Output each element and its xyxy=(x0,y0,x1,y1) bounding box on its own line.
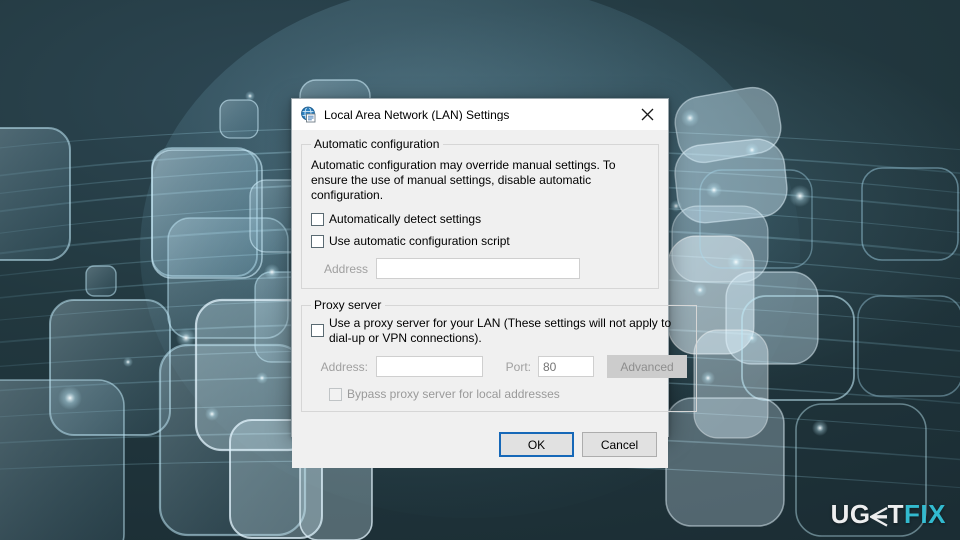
lan-settings-icon xyxy=(300,106,317,123)
bypass-proxy-row[interactable]: Bypass proxy server for local addresses xyxy=(311,387,687,402)
dialog-titlebar: Local Area Network (LAN) Settings xyxy=(292,99,668,131)
proxy-port-label: Port: xyxy=(505,359,531,374)
auto-detect-settings-row[interactable]: Automatically detect settings xyxy=(311,212,649,227)
use-auto-config-script-label: Use automatic configuration script xyxy=(329,234,510,248)
advanced-button[interactable]: Advanced xyxy=(607,355,687,378)
ok-button[interactable]: OK xyxy=(499,432,574,457)
auto-detect-settings-label: Automatically detect settings xyxy=(329,212,482,226)
auto-config-address-input[interactable] xyxy=(376,258,580,279)
auto-detect-settings-checkbox[interactable] xyxy=(311,213,324,226)
proxy-address-input[interactable] xyxy=(376,356,483,377)
use-proxy-server-row[interactable]: Use a proxy server for your LAN (These s… xyxy=(311,316,687,346)
automatic-configuration-description: Automatic configuration may override man… xyxy=(311,158,616,202)
close-icon[interactable] xyxy=(626,99,668,130)
stylized-e-icon xyxy=(869,504,889,527)
proxy-address-row: Address: Port: 80 Advanced xyxy=(311,355,687,378)
proxy-address-label: Address: xyxy=(320,359,368,374)
ugetfix-watermark: UG T FIX xyxy=(831,499,946,530)
bypass-proxy-checkbox[interactable] xyxy=(329,388,342,401)
watermark-text-after-teal: FIX xyxy=(904,499,946,529)
watermark-text-before: UG xyxy=(830,499,871,529)
dialog-body: Automatic configuration Automatic config… xyxy=(292,131,697,421)
use-proxy-server-checkbox[interactable] xyxy=(311,324,324,337)
automatic-configuration-legend: Automatic configuration xyxy=(314,137,440,151)
dialog-title: Local Area Network (LAN) Settings xyxy=(324,108,510,121)
desktop-background: Local Area Network (LAN) Settings Automa… xyxy=(0,0,960,540)
use-auto-config-script-row[interactable]: Use automatic configuration script xyxy=(311,234,649,249)
use-proxy-server-label: Use a proxy server for your LAN (These s… xyxy=(329,316,672,345)
automatic-configuration-group: Automatic configuration Automatic config… xyxy=(301,137,659,289)
auto-config-address-row: Address xyxy=(311,258,649,279)
bypass-proxy-label: Bypass proxy server for local addresses xyxy=(347,387,560,401)
dialog-footer: OK Cancel xyxy=(292,421,668,468)
auto-config-address-label: Address xyxy=(323,261,368,276)
use-auto-config-script-checkbox[interactable] xyxy=(311,235,324,248)
lan-settings-dialog: Local Area Network (LAN) Settings Automa… xyxy=(291,98,697,468)
cancel-button[interactable]: Cancel xyxy=(582,432,657,457)
watermark-text-after-dark: T xyxy=(887,499,905,529)
proxy-port-input[interactable]: 80 xyxy=(538,356,594,377)
proxy-server-group: Proxy server Use a proxy server for your… xyxy=(301,298,697,412)
proxy-server-legend: Proxy server xyxy=(314,298,382,312)
